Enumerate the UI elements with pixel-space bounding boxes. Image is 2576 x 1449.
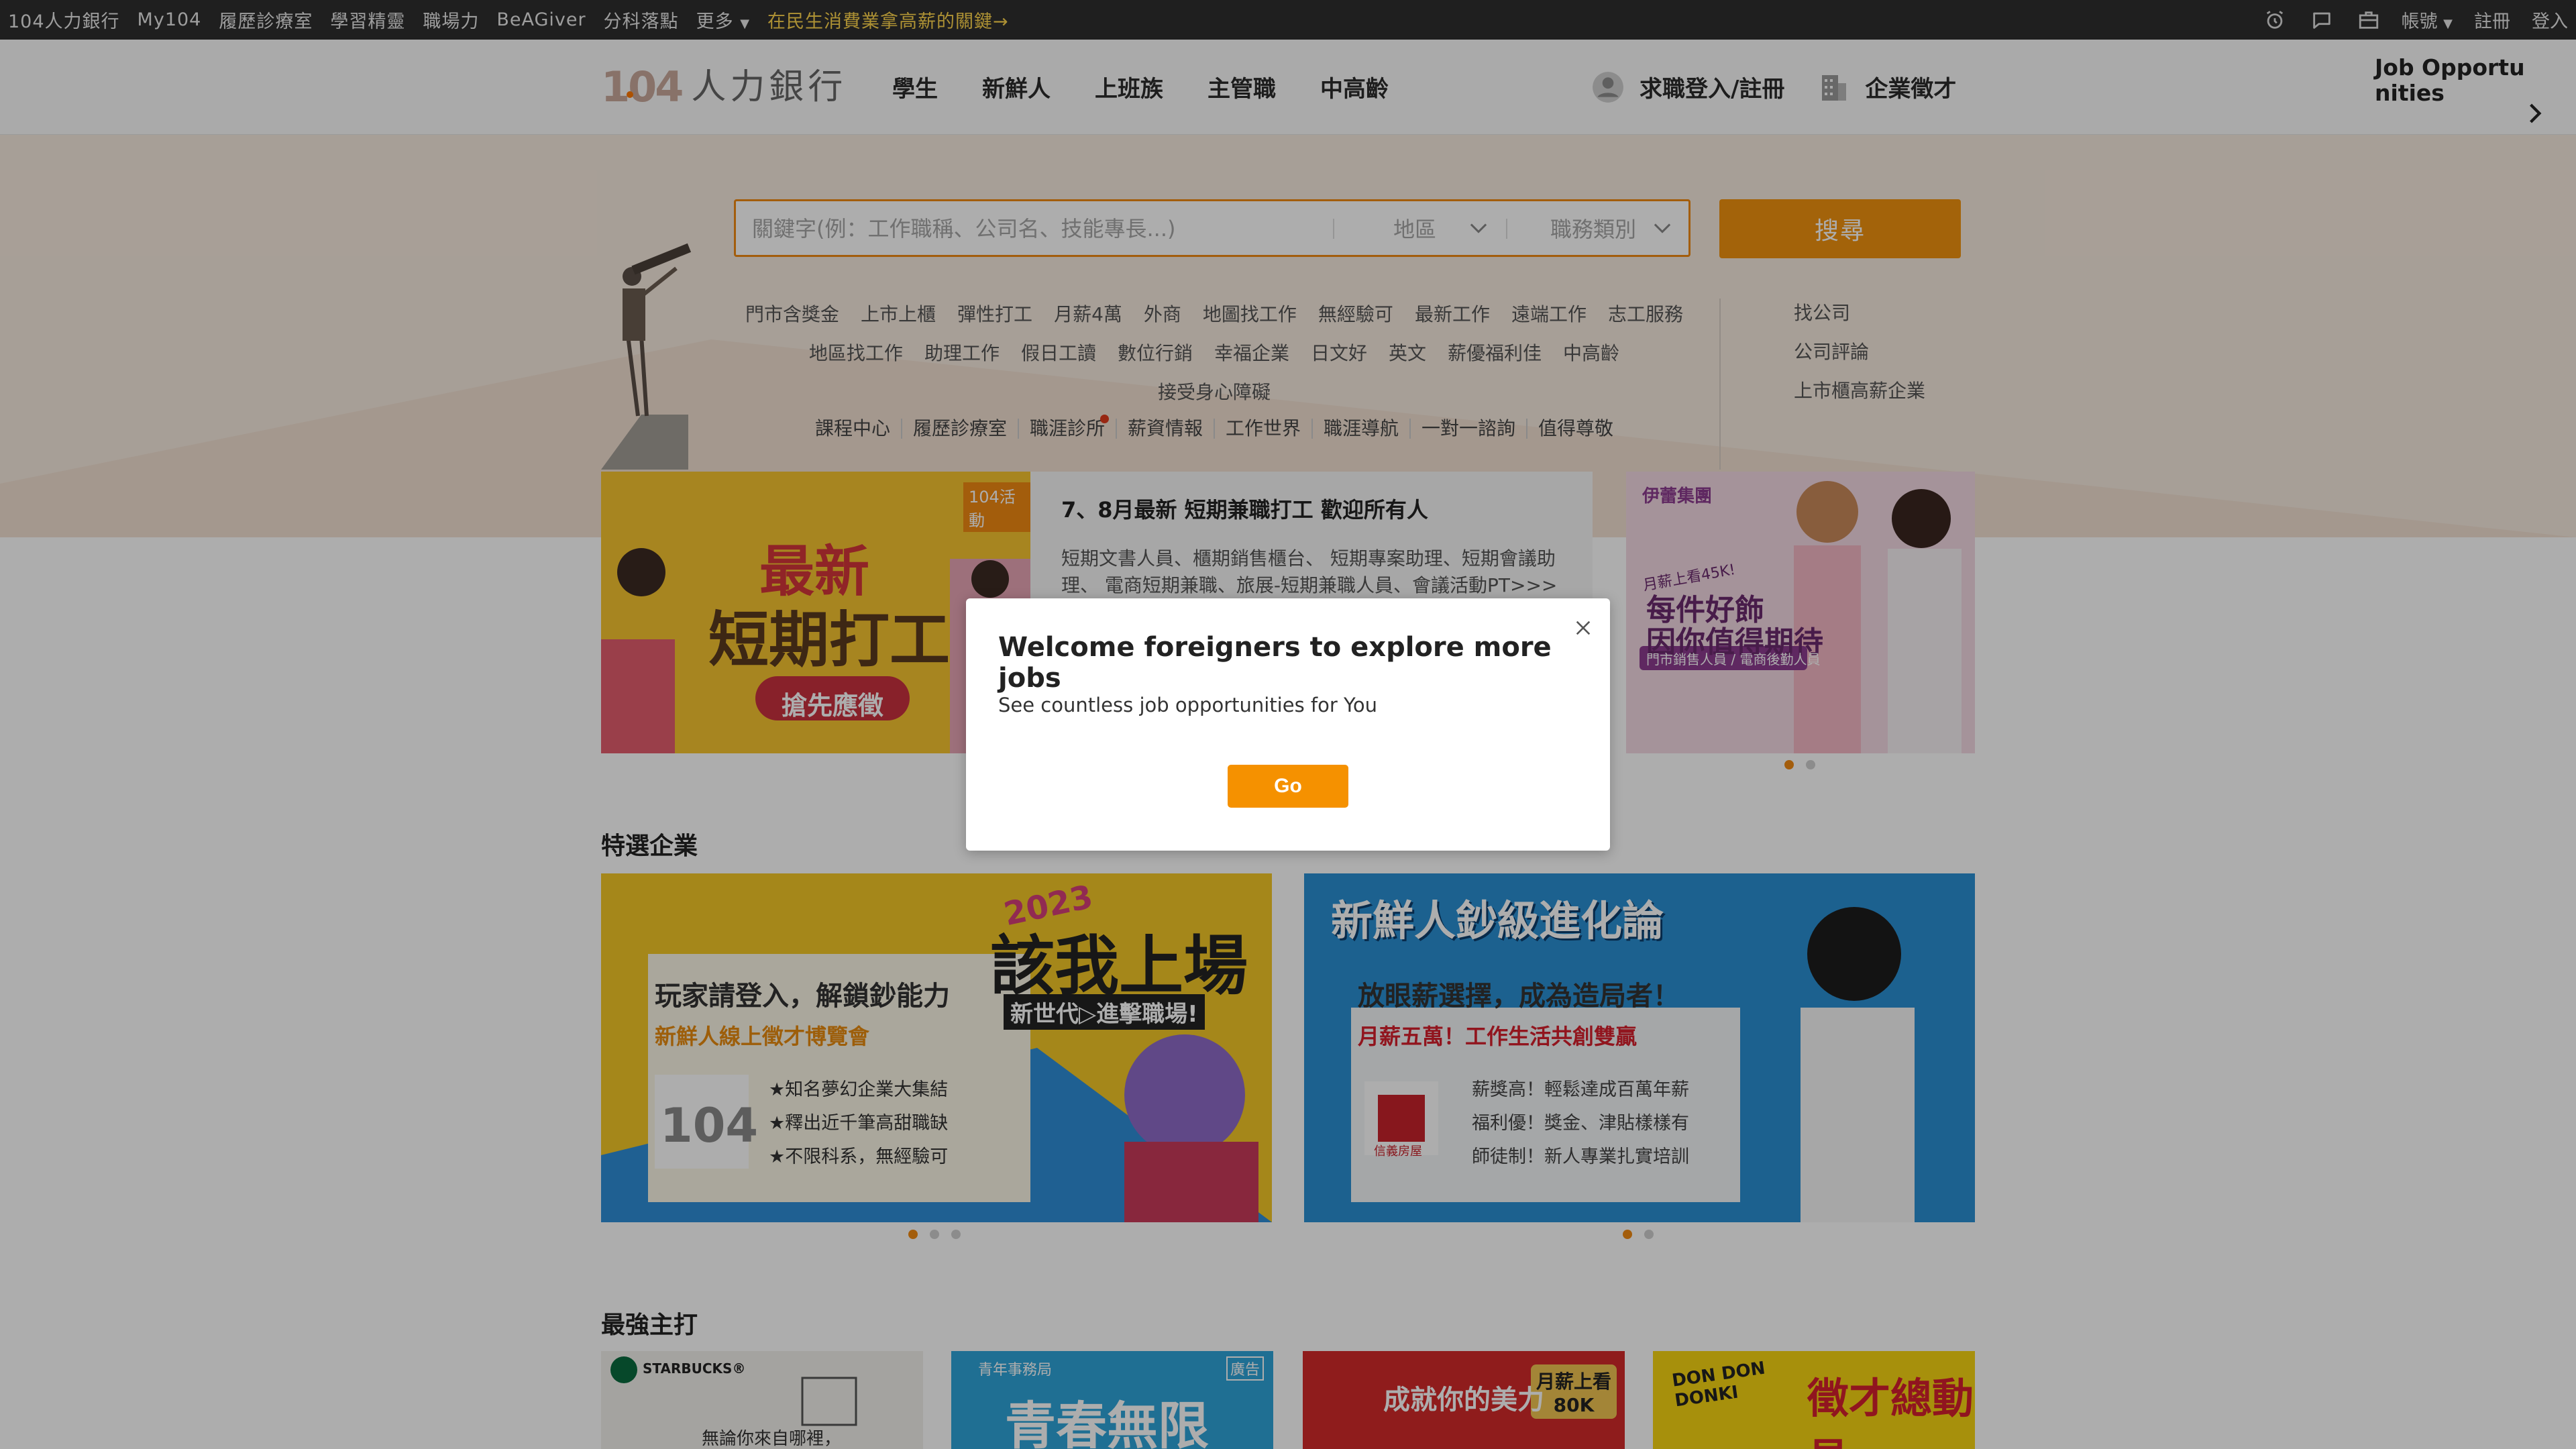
- dialog-subtitle: See countless job opportunities for You: [998, 694, 1377, 716]
- dialog-title: Welcome foreigners to explore more jobs: [998, 632, 1552, 694]
- go-button[interactable]: Go: [1228, 765, 1348, 808]
- foreigner-welcome-dialog: Welcome foreigners to explore more jobs …: [966, 598, 1610, 851]
